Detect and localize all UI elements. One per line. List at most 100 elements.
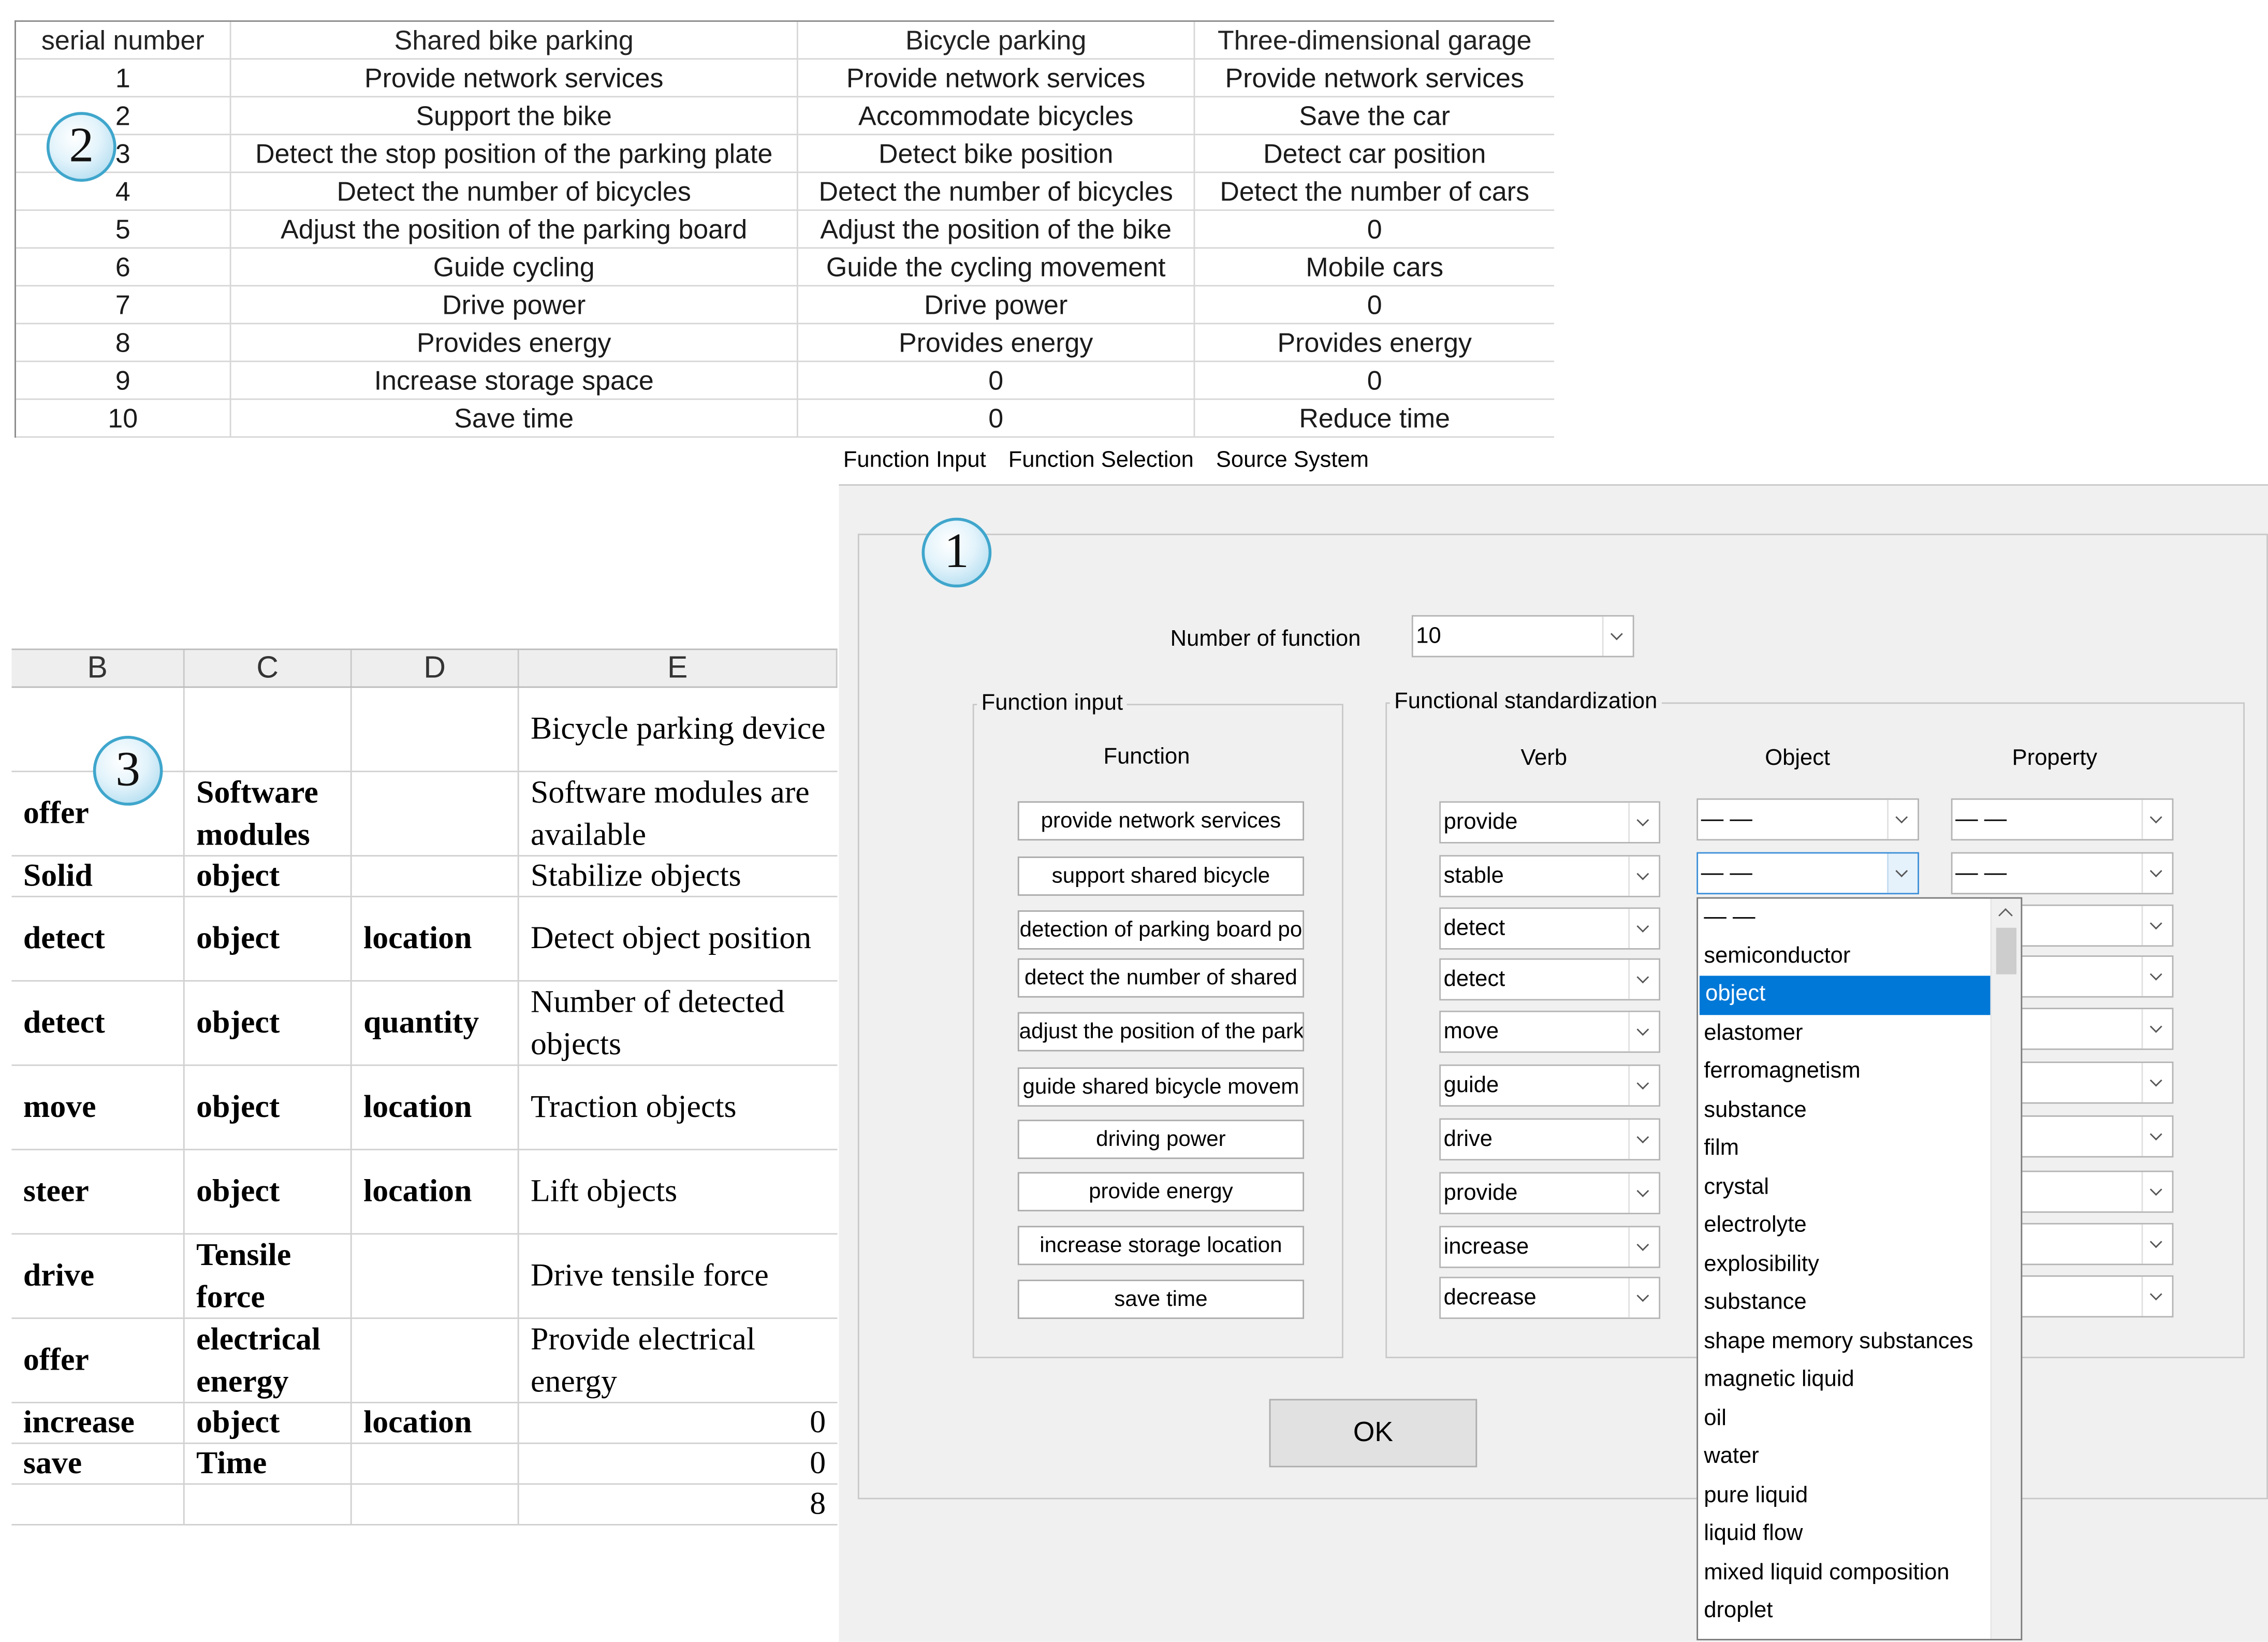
table-cell[interactable]: Tensile force (185, 1234, 352, 1318)
table-cell[interactable] (185, 1485, 352, 1524)
table-cell[interactable] (352, 1319, 519, 1402)
dropdown-option[interactable]: magnetic liquid (1698, 1361, 1986, 1400)
dropdown-option[interactable]: oil (1698, 1400, 1986, 1438)
table-cell[interactable]: drive (11, 1234, 185, 1318)
table-cell[interactable]: Drive tensile force (519, 1234, 838, 1317)
property-select-1[interactable]: — — (1951, 798, 2174, 841)
table-cell[interactable] (11, 1485, 185, 1524)
verb-select-4[interactable]: detect (1439, 958, 1661, 1001)
dropdown-option[interactable]: electrolyte (1698, 1207, 1986, 1245)
function-field-10[interactable]: save time (1017, 1280, 1305, 1319)
chevron-down-icon[interactable] (1602, 616, 1633, 656)
function-field-7[interactable]: driving power (1017, 1120, 1305, 1159)
column-header-e[interactable]: E (519, 650, 838, 687)
dropdown-option[interactable]: water (1698, 1438, 1986, 1476)
dropdown-option[interactable]: substance (1698, 1284, 1986, 1323)
table-cell[interactable] (352, 1485, 519, 1524)
table-cell[interactable]: 8 (519, 1485, 838, 1524)
dropdown-option[interactable]: crystal (1698, 1168, 1986, 1207)
table-cell[interactable]: 0 (519, 1444, 838, 1484)
table-cell[interactable] (185, 688, 352, 771)
table-cell[interactable]: Provide electrical energy (519, 1319, 838, 1402)
ok-button[interactable]: OK (1269, 1399, 1477, 1467)
function-field-5[interactable]: adjust the position of the park (1017, 1012, 1305, 1052)
dropdown-option[interactable]: elastomer (1698, 1014, 1986, 1053)
table-cell[interactable]: object (185, 1150, 352, 1233)
chevron-down-icon[interactable] (2141, 906, 2172, 946)
dropdown-option[interactable]: explosibility (1698, 1245, 1986, 1284)
table-cell[interactable]: location (352, 1150, 519, 1233)
table-cell[interactable]: steer (11, 1150, 185, 1233)
dropdown-option[interactable]: — — (1698, 899, 1986, 937)
verb-select-1[interactable]: provide (1439, 801, 1661, 844)
verb-select-8[interactable]: provide (1439, 1172, 1661, 1214)
chevron-down-icon[interactable] (1628, 960, 1659, 999)
dropdown-option[interactable]: film (1698, 1130, 1986, 1168)
chevron-down-icon[interactable] (1887, 800, 1918, 839)
number-of-function-select[interactable]: 10 (1411, 615, 1634, 658)
table-cell[interactable]: quantity (352, 981, 519, 1065)
chevron-down-icon[interactable] (1628, 1227, 1659, 1267)
table-cell[interactable]: Traction objects (519, 1066, 838, 1149)
dropdown-option[interactable]: mixed liquid composition (1698, 1554, 1986, 1592)
table-cell[interactable]: object (185, 897, 352, 980)
chevron-down-icon[interactable] (2141, 1063, 2172, 1102)
table-cell[interactable] (352, 1444, 519, 1484)
table-cell[interactable]: electrical energy (185, 1319, 352, 1402)
table-cell[interactable]: Detect object position (519, 897, 838, 980)
chevron-down-icon[interactable] (1628, 1012, 1659, 1052)
scrollbar-thumb[interactable] (1996, 927, 2017, 975)
dropdown-option[interactable]: semiconductor (1698, 937, 1986, 976)
chevron-down-icon[interactable] (1628, 909, 1659, 949)
table-cell[interactable]: location (352, 1403, 519, 1443)
table-cell[interactable]: Software modules (185, 772, 352, 855)
chevron-down-icon[interactable] (2141, 1224, 2172, 1264)
verb-select-10[interactable]: decrease (1439, 1276, 1661, 1319)
verb-select-9[interactable]: increase (1439, 1226, 1661, 1268)
chevron-down-icon[interactable] (2141, 1276, 2172, 1316)
table-cell[interactable]: Bicycle parking device (519, 688, 838, 771)
column-header-b[interactable]: B (11, 650, 185, 687)
dropdown-option[interactable]: liquid flow (1698, 1515, 1986, 1553)
function-field-8[interactable]: provide energy (1017, 1172, 1305, 1212)
dropdown-option[interactable]: droplet (1698, 1592, 1986, 1631)
chevron-down-icon[interactable] (1628, 1066, 1659, 1106)
chevron-down-icon[interactable] (2141, 800, 2172, 839)
function-field-3[interactable]: detection of parking board po (1017, 910, 1305, 950)
table-cell[interactable]: Software modules are available (519, 772, 838, 855)
column-header-c[interactable]: C (185, 650, 352, 687)
verb-select-5[interactable]: move (1439, 1010, 1661, 1053)
function-field-6[interactable]: guide shared bicycle movem (1017, 1067, 1305, 1107)
dropdown-option[interactable]: ferromagnetism (1698, 1053, 1986, 1091)
function-field-1[interactable]: provide network services (1017, 801, 1305, 841)
scroll-up-icon[interactable] (1998, 908, 2013, 923)
chevron-down-icon[interactable] (2141, 853, 2172, 893)
verb-select-2[interactable]: stable (1439, 855, 1661, 897)
chevron-down-icon[interactable] (2141, 1116, 2172, 1156)
table-cell[interactable]: 0 (519, 1403, 838, 1443)
menu-function-selection[interactable]: Function Selection (1008, 448, 1194, 473)
function-field-4[interactable]: detect the number of shared (1017, 958, 1305, 998)
chevron-down-icon[interactable] (1628, 1278, 1659, 1318)
table-cell[interactable] (352, 688, 519, 771)
verb-select-6[interactable]: guide (1439, 1064, 1661, 1107)
function-field-2[interactable]: support shared bicycle (1017, 856, 1305, 896)
table-cell[interactable]: location (352, 897, 519, 980)
object-dropdown-list[interactable]: — — semiconductor object elastomer ferro… (1696, 897, 2023, 1640)
table-cell[interactable]: move (11, 1066, 185, 1149)
column-header-d[interactable]: D (352, 650, 519, 687)
chevron-down-icon[interactable] (1887, 853, 1918, 893)
table-cell[interactable] (352, 772, 519, 855)
table-cell[interactable]: increase (11, 1403, 185, 1443)
table-cell[interactable]: Stabilize objects (519, 856, 838, 896)
table-cell[interactable]: save (11, 1444, 185, 1484)
table-cell[interactable]: object (185, 856, 352, 896)
dropdown-option-selected[interactable]: object (1699, 976, 1992, 1014)
property-select-2[interactable]: — — (1951, 852, 2174, 895)
object-select-2[interactable]: — — (1696, 852, 1919, 895)
table-cell[interactable]: location (352, 1066, 519, 1149)
table-cell[interactable]: detect (11, 981, 185, 1065)
table-cell[interactable]: object (185, 981, 352, 1065)
table-cell[interactable]: Time (185, 1444, 352, 1484)
table-cell[interactable]: Solid (11, 856, 185, 896)
